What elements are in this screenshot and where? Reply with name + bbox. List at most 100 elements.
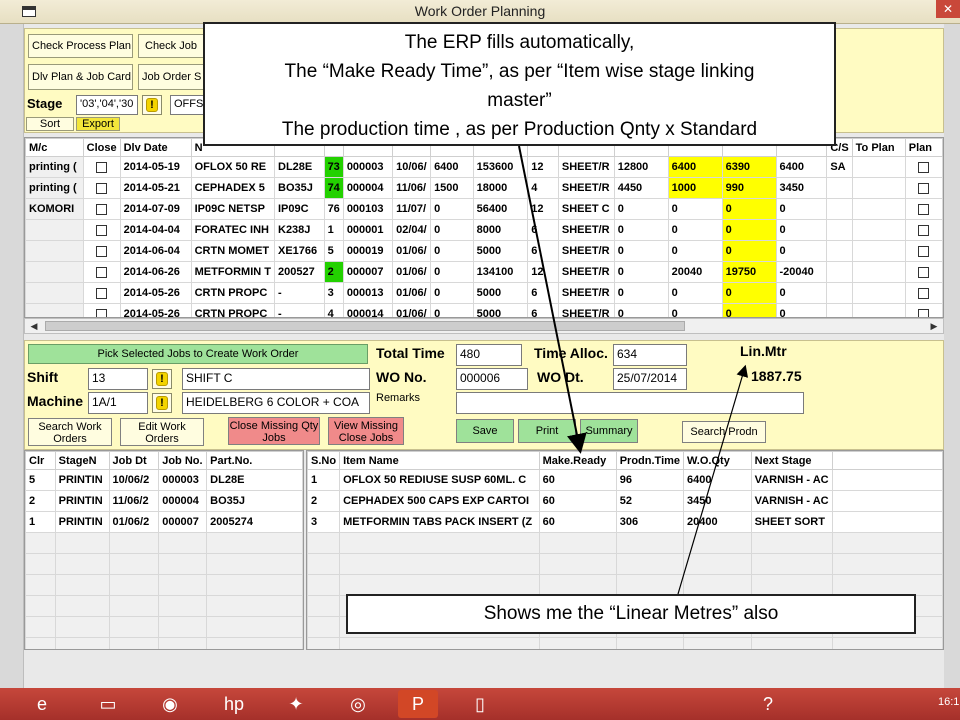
- col-header[interactable]: To Plan: [851, 138, 906, 157]
- table-row[interactable]: 3 METFORMIN TABS PACK INSERT (Z 60 306 20400…: [307, 511, 943, 533]
- close-checkbox-cell[interactable]: [82, 198, 121, 220]
- table-row[interactable]: [307, 574, 943, 596]
- checkbox[interactable]: [918, 266, 930, 278]
- table-row[interactable]: 2 CEPHADEX 500 CAPS EXP CARTOI 60 52 3450 VAR…: [307, 490, 943, 512]
- view-missing-close-button[interactable]: View Missing Close Jobs: [328, 417, 404, 445]
- wo-no-field[interactable]: 000006: [456, 368, 528, 390]
- scroll-thumb[interactable]: [45, 321, 685, 331]
- plan-checkbox-cell[interactable]: [904, 261, 943, 283]
- plan-checkbox-cell[interactable]: [904, 303, 943, 317]
- export-button[interactable]: Export: [76, 117, 120, 131]
- table-row[interactable]: 2014-05-26 CRTN PROPC -3 000013 01/06/0 5000 6…: [25, 282, 943, 304]
- plan-checkbox-cell[interactable]: [904, 219, 943, 241]
- edit-work-orders-button[interactable]: Edit Work Orders: [120, 418, 204, 446]
- col-header[interactable]: Job No.: [158, 451, 208, 470]
- hp-icon[interactable]: hp: [214, 690, 254, 718]
- work-order-job-grid[interactable]: Clr StageN Job Dt Job No. Part.No. 5 PRIN…: [24, 450, 304, 650]
- checkbox[interactable]: [96, 203, 108, 215]
- machine-lookup-button[interactable]: !: [152, 393, 172, 413]
- table-row[interactable]: [307, 553, 943, 575]
- col-header[interactable]: Make.Ready: [538, 451, 617, 470]
- col-header[interactable]: Part.No.: [206, 451, 303, 470]
- checkbox[interactable]: [918, 182, 930, 194]
- checkbox[interactable]: [918, 245, 930, 257]
- col-header[interactable]: Clr: [25, 451, 56, 470]
- table-row[interactable]: [25, 595, 303, 617]
- stage-lookup-button[interactable]: !: [142, 95, 162, 115]
- planning-grid[interactable]: M/c Close Dlv Date N C/S To Plan Plan pr…: [24, 137, 944, 318]
- dlv-plan-job-card-button[interactable]: Dlv Plan & Job Card: [28, 64, 133, 90]
- plan-checkbox-cell[interactable]: [904, 282, 943, 304]
- table-row[interactable]: 5 PRINTIN 10/06/2 000003 DL28E: [25, 469, 303, 491]
- wo-date-field[interactable]: 25/07/2014: [613, 368, 687, 390]
- checkbox[interactable]: [96, 182, 108, 194]
- col-header[interactable]: Prodn.Time: [615, 451, 685, 470]
- table-row[interactable]: 1 PRINTIN 01/06/2 000007 2005274: [25, 511, 303, 533]
- close-checkbox-cell[interactable]: [82, 240, 121, 262]
- table-row[interactable]: 2014-04-04 FORATEC INH K238J 1 000001 02/04/0…: [25, 219, 943, 241]
- table-row[interactable]: [25, 616, 303, 638]
- time-alloc-field[interactable]: 634: [613, 344, 687, 366]
- col-header[interactable]: [831, 451, 943, 470]
- powerpoint-icon[interactable]: P: [398, 690, 438, 718]
- stage-field[interactable]: '03','04','30: [76, 95, 138, 115]
- total-time-field[interactable]: 480: [456, 344, 522, 366]
- col-header[interactable]: W.O.Qty: [683, 451, 752, 470]
- sort-button[interactable]: Sort: [26, 117, 74, 131]
- table-row[interactable]: 2 PRINTIN 11/06/2 000004 BO35J: [25, 490, 303, 512]
- col-header[interactable]: M/c: [25, 138, 84, 157]
- table-row[interactable]: [25, 574, 303, 596]
- explorer-icon[interactable]: ▭: [88, 690, 128, 718]
- media-icon[interactable]: ◉: [150, 690, 190, 718]
- table-row[interactable]: 1 OFLOX 50 REDIUSE SUSP 60ML. C 60 96 6400 VA…: [307, 469, 943, 491]
- machine-name-field[interactable]: HEIDELBERG 6 COLOR + COA: [182, 392, 370, 414]
- table-row[interactable]: [307, 637, 943, 649]
- shift-name-field[interactable]: SHIFT C: [182, 368, 370, 390]
- table-row[interactable]: [25, 532, 303, 554]
- search-work-orders-button[interactable]: Search Work Orders: [28, 418, 112, 446]
- checkbox[interactable]: [96, 161, 108, 173]
- check-process-plan-button[interactable]: Check Process Plan: [28, 34, 133, 58]
- col-header[interactable]: Item Name: [339, 451, 540, 470]
- machine-code-field[interactable]: 1A/1: [88, 392, 148, 414]
- col-header[interactable]: Close: [82, 138, 121, 157]
- close-checkbox-cell[interactable]: [82, 303, 121, 317]
- close-checkbox-cell[interactable]: [82, 156, 121, 178]
- close-button[interactable]: ✕: [936, 0, 960, 18]
- table-row[interactable]: [307, 532, 943, 554]
- plan-checkbox-cell[interactable]: [904, 156, 943, 178]
- table-row[interactable]: printing (2014-05-19 OFLOX 50 RE DL28E 73 00…: [25, 156, 943, 178]
- summary-button[interactable]: Summary: [580, 419, 638, 443]
- pick-selected-jobs-button[interactable]: Pick Selected Jobs to Create Work Order: [28, 344, 368, 364]
- plan-checkbox-cell[interactable]: [904, 177, 943, 199]
- col-header[interactable]: S.No: [307, 451, 341, 470]
- chrome-icon[interactable]: ◎: [338, 690, 378, 718]
- table-row[interactable]: 2014-06-04 CRTN MOMET XE1766 5 000019 01/06/0…: [25, 240, 943, 262]
- print-button[interactable]: Print: [518, 419, 576, 443]
- help-icon[interactable]: ?: [748, 690, 788, 718]
- horizontal-scrollbar[interactable]: ◀ ▶: [24, 318, 944, 334]
- save-button[interactable]: Save: [456, 419, 514, 443]
- table-row[interactable]: [25, 553, 303, 575]
- remarks-field[interactable]: [456, 392, 804, 414]
- search-prodn-button[interactable]: Search Prodn: [682, 421, 766, 443]
- col-header[interactable]: Job Dt: [108, 451, 160, 470]
- col-header[interactable]: Plan: [904, 138, 943, 157]
- col-header[interactable]: Dlv Date: [119, 138, 192, 157]
- puzzle-icon[interactable]: ✦: [276, 690, 316, 718]
- close-checkbox-cell[interactable]: [82, 282, 121, 304]
- table-row[interactable]: printing (2014-05-21 CEPHADEX 5 BO35J 74 000…: [25, 177, 943, 199]
- checkbox[interactable]: [918, 224, 930, 236]
- checkbox[interactable]: [918, 287, 930, 299]
- scroll-left-icon[interactable]: ◀: [27, 320, 41, 332]
- check-job-button[interactable]: Check Job: [138, 34, 204, 58]
- ie-icon[interactable]: e: [22, 690, 62, 718]
- checkbox[interactable]: [96, 266, 108, 278]
- shift-code-field[interactable]: 13: [88, 368, 148, 390]
- checkbox[interactable]: [96, 224, 108, 236]
- close-checkbox-cell[interactable]: [82, 219, 121, 241]
- checkbox[interactable]: [96, 287, 108, 299]
- table-row[interactable]: [25, 637, 303, 649]
- table-row[interactable]: 2014-06-26 METFORMIN T 200527 2 000007 01/06/…: [25, 261, 943, 283]
- close-checkbox-cell[interactable]: [82, 177, 121, 199]
